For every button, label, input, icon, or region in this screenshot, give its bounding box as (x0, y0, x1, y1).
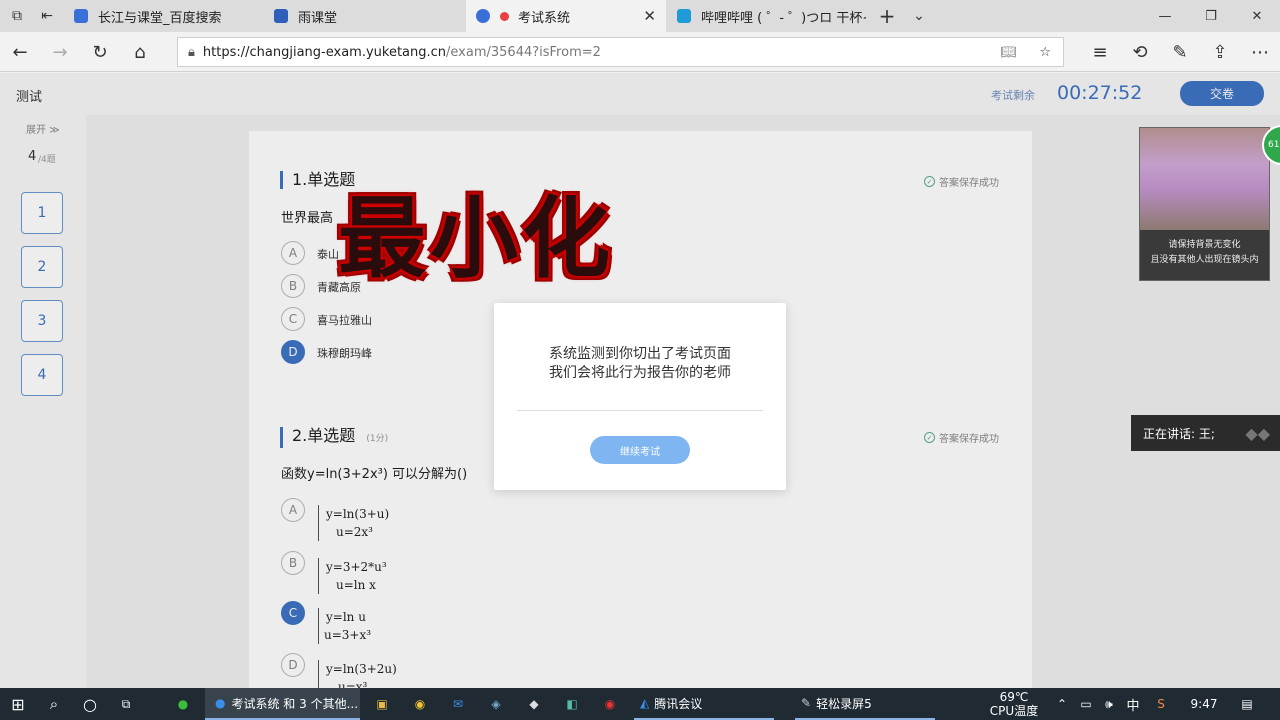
lock-icon: 🔒︎ (188, 44, 195, 60)
window-close-icon[interactable]: ✕ (1234, 0, 1280, 32)
refresh-icon[interactable]: ↻ (80, 32, 120, 72)
taskbar-item-label: 考试系统 和 3 个其他... (231, 696, 359, 711)
tab-exam-system[interactable]: 考试系统 ✕ (466, 0, 666, 32)
warning-line-1: 系统监测到你切出了考试页面 (549, 346, 731, 362)
hub-icon[interactable]: ≡ (1080, 32, 1120, 72)
browser-nav-bar: ← → ↻ ⌂ 🔒︎ https://changjiang-exam.yuket… (0, 32, 1280, 72)
tray-expand-icon[interactable]: ⌃ (1052, 688, 1072, 720)
home-icon[interactable]: ⌂ (120, 32, 160, 72)
tab-list-chevron-icon[interactable]: ⌄ (904, 0, 934, 32)
exam-page: 测试 考试剩余 00:27:52 交卷 展开 ≫ 4 /4题 1 2 3 4 1… (0, 73, 1280, 688)
taskbar-item-label: 腾讯会议 (654, 696, 703, 711)
battery-icon[interactable]: ▭ (1074, 688, 1098, 720)
tab-actions-icon[interactable]: ⧉ (2, 0, 32, 32)
yuketang-favicon-icon (274, 9, 288, 23)
tencent-meeting-icon: ◭ (640, 696, 650, 710)
reading-view-icon[interactable]: 📖︎ (1000, 45, 1017, 60)
set-aside-tabs-icon[interactable]: ⇤ (32, 0, 62, 32)
sogou-icon[interactable]: S (1150, 688, 1172, 720)
url-host: https://changjiang-exam.yuketang.cn (202, 44, 447, 60)
taskbar-tencent-meeting[interactable]: ◭ 腾讯会议 (634, 688, 774, 720)
bilibili-favicon-icon (677, 9, 691, 23)
forward-icon[interactable]: → (40, 32, 80, 72)
tab-label: 长江与课堂_百度搜索 (98, 10, 222, 26)
tab-label: 考试系统 (518, 10, 571, 26)
camera-instructions: 请保持背景无变化 且没有其他人出现在镜头内 (1140, 238, 1269, 268)
windows-taskbar: ⊞ ⌕ ○ ⧉ ● ● 考试系统 和 3 个其他... ▣ ◉ ✉ ◈ ◆ ◧ … (0, 688, 1280, 720)
restore-icon[interactable]: ❐ (1188, 0, 1234, 32)
chrome-icon[interactable]: ◉ (404, 688, 436, 720)
input-method-indicator[interactable]: 中 (1122, 688, 1144, 720)
app-icon[interactable]: ◈ (480, 688, 512, 720)
recording-dot-icon (500, 11, 509, 21)
address-bar[interactable]: 🔒︎ https://changjiang-exam.yuketang.cn /… (177, 37, 1064, 67)
dialog-divider (517, 410, 763, 411)
taskbar-screen-recorder[interactable]: ✎ 轻松录屏5 (795, 688, 935, 720)
edge-icon: ● (215, 696, 226, 710)
minimize-icon[interactable]: — (1142, 0, 1188, 32)
more-icon[interactable]: ⋯ (1240, 32, 1280, 72)
tab-baidu[interactable]: 长江与课堂_百度搜索 (64, 0, 264, 32)
tab-label: 雨课堂 (298, 10, 338, 26)
tab-switch-warning-dialog: 系统监测到你切出了考试页面 我们会将此行为报告你的老师 继续考试 (494, 303, 786, 490)
baidu-favicon-icon (74, 9, 88, 23)
volume-icon[interactable]: 🕪︎ (1098, 688, 1120, 720)
netease-music-icon[interactable]: ◉ (594, 688, 626, 720)
store-icon[interactable]: ▣ (366, 688, 398, 720)
speaking-text: 正在讲话: 王; (1143, 426, 1215, 441)
clock[interactable]: 9:47 (1182, 688, 1226, 720)
speaking-indicator: 正在讲话: 王; ◆◆ (1131, 415, 1280, 451)
favorite-star-icon[interactable]: ☆ (1039, 45, 1051, 60)
pen-icon[interactable]: ✎ (1160, 32, 1200, 72)
new-tab-icon[interactable]: + (872, 0, 902, 32)
warning-line-2: 我们会将此行为报告你的老师 (549, 365, 731, 381)
warning-message: 系统监测到你切出了考试页面 我们会将此行为报告你的老师 (494, 345, 786, 383)
cpu-temp-value: 69℃ (999, 690, 1029, 704)
cpu-temp-label: CPU温度 (989, 704, 1039, 718)
minimize-overlay-caption: 最小化 (338, 187, 615, 290)
close-tab-icon[interactable]: ✕ (643, 7, 656, 25)
camera-instruction-1: 请保持背景无变化 (1168, 240, 1241, 250)
tab-bilibili[interactable]: 哔哩哔哩 ( ゜- ゜)つロ 干杯~ (667, 0, 867, 32)
taskbar-item-label: 轻松录屏5 (816, 696, 872, 711)
webcam-feed (1140, 128, 1269, 230)
proctor-camera-panel: 请保持背景无变化 且没有其他人出现在镜头内 (1139, 127, 1270, 281)
cortana-icon[interactable]: ○ (72, 688, 108, 720)
share-icon[interactable]: ⇪ (1200, 32, 1240, 72)
back-icon[interactable]: ← (0, 32, 40, 72)
camera-instruction-2: 且没有其他人出现在镜头内 (1150, 255, 1259, 265)
url-path: /exam/35644?isFrom=2 (446, 44, 601, 60)
cpu-temp-widget: 69℃ CPU温度 (984, 688, 1044, 720)
windows-start-icon[interactable]: ⊞ (0, 688, 36, 720)
tab-yuketang[interactable]: 雨课堂 (264, 0, 464, 32)
history-icon[interactable]: ⟲ (1120, 32, 1160, 72)
audio-wave-icon: ◆◆ (1245, 423, 1270, 443)
tab-label: 哔哩哔哩 ( ゜- ゜)つロ 干杯~ (701, 10, 866, 26)
book-icon[interactable]: ◆ (518, 688, 550, 720)
search-icon[interactable]: ⌕ (36, 688, 72, 720)
mail-icon[interactable]: ✉ (442, 688, 474, 720)
task-view-icon[interactable]: ⧉ (108, 688, 144, 720)
recorder-icon: ✎ (801, 696, 812, 710)
vscode-icon[interactable]: ◧ (556, 688, 588, 720)
page-favicon-icon (476, 9, 490, 23)
wechat-icon[interactable]: ● (166, 688, 200, 720)
continue-exam-button[interactable]: 继续考试 (590, 436, 690, 464)
browser-tab-bar: ⧉ ⇤ 长江与课堂_百度搜索 雨课堂 考试系统 ✕ 哔哩哔哩 ( ゜- ゜)つロ… (0, 0, 1280, 32)
taskbar-edge-window[interactable]: ● 考试系统 和 3 个其他... (205, 688, 360, 720)
notifications-icon[interactable]: ▤ (1236, 688, 1258, 720)
